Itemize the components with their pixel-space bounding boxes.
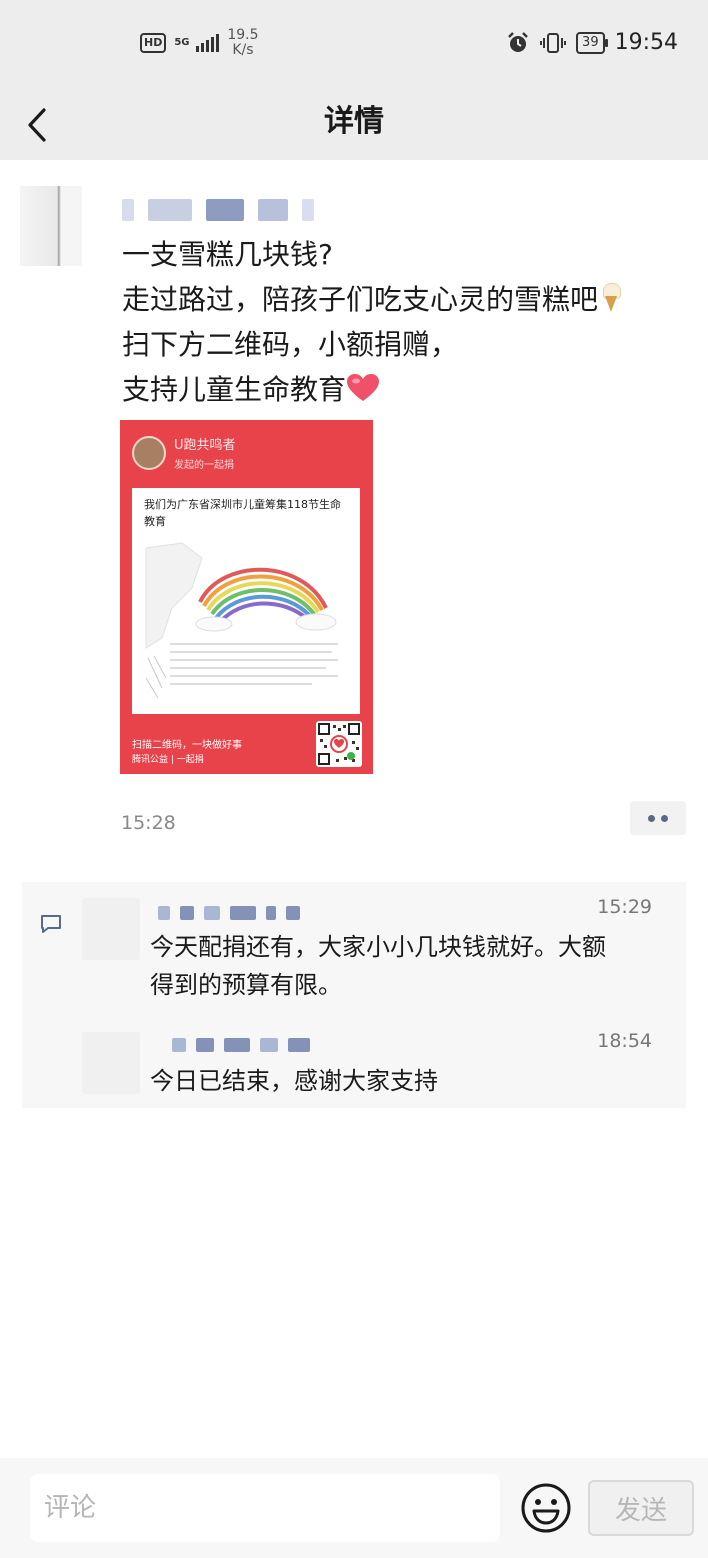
rainbow-drawing [145,542,338,699]
vibrate-icon [540,32,567,53]
comment-author[interactable] [172,1036,310,1054]
post-line: 扫下方二维码，小额捐赠， [122,322,682,367]
status-bar: HD 5G 19.5 K/s 39 19:54 [0,0,708,88]
dot-icon [661,814,668,822]
header: 详情 [0,88,708,160]
bottom-bar: 发送 [0,1458,708,1558]
poster-brand: 腾讯公益 | 一起捐 [132,755,204,765]
post-line-text: 扫下方二维码，小额捐赠， [122,328,459,361]
poster-avatar [132,436,166,470]
alarm-icon [508,31,528,52]
comment-author[interactable] [158,904,300,922]
send-button[interactable]: 发送 [588,1480,694,1536]
dot-icon [648,814,655,822]
poster-subtitle: 发起的一起捐 [174,460,234,471]
qr-code-icon [316,721,362,767]
comment-line: 今日已结束，感谢大家支持 [150,1067,438,1095]
network-type: 5G [174,37,190,48]
post-text: 一支雪糕几块钱? 走过路过，陪孩子们吃支心灵的雪糕吧 扫下方二维码，小额捐赠， … [122,232,682,412]
comment-icon [41,915,61,933]
author-name[interactable] [122,196,342,224]
comment-time: 18:54 [597,1030,652,1052]
post-line: 一支雪糕几块钱? [122,232,682,277]
hd-indicator: HD [140,33,167,53]
post-line-text: 支持儿童生命教育 [122,373,347,406]
comment-avatar[interactable] [82,898,140,960]
poster-card: 我们为广东省深圳市儿童筹集118节生命教育 [132,488,360,714]
comment-input[interactable] [30,1474,500,1542]
post-line: 走过路过，陪孩子们吃支心灵的雪糕吧 [122,277,682,322]
avatar[interactable] [20,186,82,266]
poster-user: U跑共鸣者 [174,438,236,453]
battery-icon: 39 [576,31,608,54]
signal-icon [196,34,220,52]
comment-avatar[interactable] [82,1032,140,1094]
emoji-icon[interactable] [520,1482,572,1534]
clock: 19:54 [614,30,678,55]
shared-image[interactable]: U跑共鸣者 发起的一起捐 我们为广东省深圳市儿童筹集118节生命教育 扫描二维码… [120,420,373,774]
net-speed-value: 19.5 [227,27,259,43]
poster-headline: 我们为广东省深圳市儿童筹集118节生命教育 [144,498,341,528]
ice-cream-icon [602,283,622,313]
comments-section: 15:29 今天配捐还有，大家小小几块钱就好。大额 得到的预算有限。 18:54… [22,882,686,1108]
comment-line: 今天配捐还有，大家小小几块钱就好。大额 [150,933,606,961]
post-line-text: 一支雪糕几块钱? [122,238,333,271]
comment-time: 15:29 [597,896,652,918]
status-right: 39 19:54 [506,30,678,55]
post-timestamp: 15:28 [121,812,176,834]
status-left: HD 5G 19.5 K/s [140,28,259,58]
page-title: 详情 [324,104,384,139]
comment-text: 今天配捐还有，大家小小几块钱就好。大额 得到的预算有限。 [150,928,670,1004]
post-line-text: 走过路过，陪孩子们吃支心灵的雪糕吧 [122,283,599,316]
heart-icon [347,374,380,401]
poster-footer: 扫描二维码，一块做好事 [132,740,242,751]
post-line: 支持儿童生命教育 [122,367,682,412]
comment-text: 今日已结束，感谢大家支持 [150,1062,670,1100]
more-button[interactable] [630,801,686,835]
net-speed: 19.5 K/s [227,28,258,58]
net-speed-unit: K/s [232,42,254,58]
comment-line: 得到的预算有限。 [150,971,342,999]
